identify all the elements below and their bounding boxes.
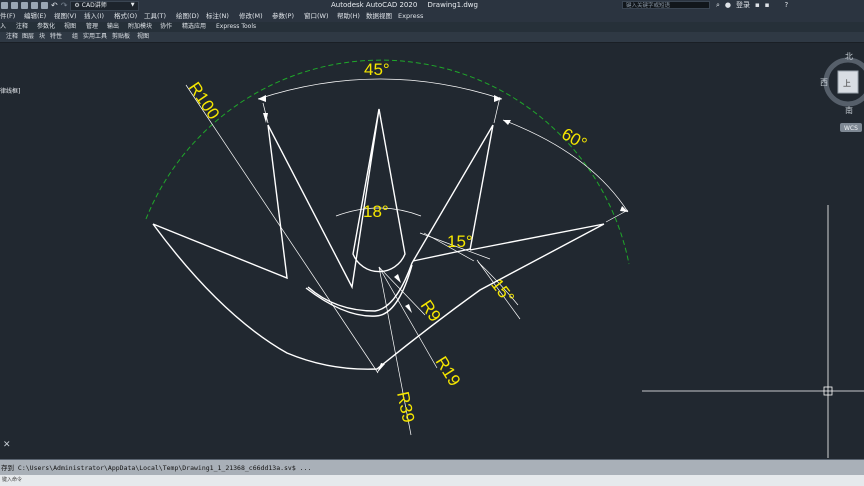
- menu-bar: 件(F) 编辑(E) 视图(V) 插入(I) 格式(O) 工具(T) 绘图(D) 标注(N) 修…: [0, 11, 864, 22]
- workspace-dropdown[interactable]: ⚙ CAD讲师 ▼: [70, 0, 139, 11]
- ribbon-tab[interactable]: 输出: [107, 22, 119, 32]
- window-title: Autodesk AutoCAD 2020 Drawing1.dwg: [331, 0, 486, 11]
- print-icon[interactable]: [41, 2, 48, 9]
- dim-radius-r9: R9: [417, 297, 445, 326]
- menu-item[interactable]: 绘图(D): [176, 11, 199, 22]
- panel-label[interactable]: 视图: [137, 32, 149, 42]
- app-name: Autodesk AutoCAD 2020: [331, 1, 418, 9]
- redo-icon[interactable]: ↷: [61, 0, 68, 11]
- panel-label[interactable]: 特性: [50, 32, 62, 42]
- menu-item[interactable]: 视图(V): [54, 11, 77, 22]
- menu-item[interactable]: 插入(I): [84, 11, 104, 22]
- ribbon-tab[interactable]: 附加模块: [128, 22, 152, 32]
- open-file-icon[interactable]: [11, 2, 18, 9]
- menu-item[interactable]: 修改(M): [239, 11, 263, 22]
- panel-label[interactable]: 注释: [6, 32, 18, 42]
- r100-leader: [185, 84, 379, 374]
- wcs-label: WCS: [844, 125, 858, 132]
- viewport-label[interactable]: 律线框]: [0, 86, 20, 95]
- title-right-icons: ⌕ ● 登录 ▪ ▪ ?: [716, 0, 788, 11]
- search-icon[interactable]: ⌕: [716, 0, 720, 11]
- ribbon-tabs: 入注释 参数化 视图 管理 输出 附加模块 协作 精选应用 Express Tools: [0, 22, 864, 32]
- menu-item[interactable]: 窗口(W): [304, 11, 329, 22]
- arrowhead: [620, 206, 628, 212]
- arrowhead: [263, 113, 268, 123]
- dim-angle-15-inner: 15°: [447, 232, 473, 251]
- ext-line-60-right: [605, 209, 629, 223]
- command-line-history: 存到 C:\Users\Administrator\AppData\Local\…: [0, 459, 864, 475]
- ribbon-tab[interactable]: 注释: [16, 22, 28, 32]
- dim-arc-45: [257, 78, 503, 100]
- file-name: Drawing1.dwg: [427, 1, 478, 9]
- ribbon-tab[interactable]: Express Tools: [216, 22, 256, 32]
- dim-radius-r39: R39: [393, 390, 418, 424]
- panel-label[interactable]: 组: [72, 32, 78, 42]
- save-as-icon[interactable]: [31, 2, 38, 9]
- menu-item[interactable]: 标注(N): [206, 11, 229, 22]
- menu-item[interactable]: 编辑(E): [24, 11, 46, 22]
- ribbon-tab[interactable]: 参数化: [37, 22, 55, 32]
- menu-item[interactable]: 数据视图: [366, 11, 392, 22]
- command-input[interactable]: 键入命令: [0, 475, 864, 486]
- panel-label[interactable]: 块: [39, 32, 45, 42]
- close-icon[interactable]: ✕: [3, 440, 11, 450]
- viewcube-south[interactable]: 南: [845, 105, 853, 115]
- gear-icon: ⚙: [74, 2, 80, 9]
- search-input[interactable]: 键入关键字或短语: [622, 1, 710, 9]
- drawing-svg: 45° 60° 18° 15° 15° R100 R9 R19 R39 上 北 …: [3, 52, 864, 458]
- new-file-icon[interactable]: [1, 2, 8, 9]
- undo-icon[interactable]: ↶: [51, 0, 58, 11]
- arrowhead: [394, 274, 401, 283]
- save-icon[interactable]: [21, 2, 28, 9]
- dim-angle-45: 45°: [364, 60, 390, 79]
- panel-label[interactable]: 图层: [22, 32, 34, 42]
- panel-bar: 注释 图层块特性组实用工具 剪贴板 视图: [0, 32, 864, 43]
- viewcube[interactable]: 上 北 西 南 WCS: [820, 52, 864, 132]
- user-icon[interactable]: ●: [725, 0, 731, 11]
- help-icon[interactable]: ?: [785, 0, 789, 11]
- dim-angle-18: 18°: [363, 202, 389, 221]
- dim-radius-r100: R100: [185, 79, 223, 123]
- cart-icon[interactable]: ▪: [755, 0, 760, 11]
- panel-label[interactable]: 剪贴板: [112, 32, 130, 42]
- drawing-canvas[interactable]: 45° 60° 18° 15° 15° R100 R9 R19 R39 上 北 …: [0, 43, 864, 458]
- profile-outline: [152, 108, 605, 370]
- menu-item[interactable]: 件(F): [0, 11, 15, 22]
- ribbon-tab[interactable]: 管理: [86, 22, 98, 32]
- ribbon-tab[interactable]: 精选应用: [182, 22, 206, 32]
- inner-arc-r19: [305, 264, 413, 317]
- ribbon-tab[interactable]: 协作: [160, 22, 172, 32]
- chevron-down-icon: ▼: [130, 2, 135, 8]
- exchange-icon[interactable]: ▪: [765, 0, 770, 11]
- ribbon-tab[interactable]: 视图: [64, 22, 76, 32]
- arrowhead: [405, 304, 412, 313]
- menu-item[interactable]: 帮助(H): [337, 11, 360, 22]
- quick-access-toolbar: ↶ ↷ ⚙ CAD讲师 ▼: [0, 0, 139, 11]
- viewcube-top-label: 上: [843, 79, 851, 88]
- arrowhead: [494, 95, 502, 102]
- dim-radius-r19: R19: [432, 353, 465, 390]
- arrowhead: [258, 95, 266, 102]
- viewcube-west[interactable]: 西: [820, 78, 828, 87]
- menu-item[interactable]: 参数(P): [272, 11, 294, 22]
- login-link[interactable]: 登录: [736, 0, 750, 11]
- menu-item[interactable]: 格式(O): [114, 11, 137, 22]
- workspace-label: CAD讲师: [81, 2, 107, 9]
- ribbon-tab[interactable]: 入: [0, 22, 6, 32]
- viewcube-north[interactable]: 北: [845, 52, 853, 61]
- panel-label[interactable]: 实用工具: [83, 32, 107, 42]
- menu-item[interactable]: 工具(T): [144, 11, 166, 22]
- title-bar: ↶ ↷ ⚙ CAD讲师 ▼ Autodesk AutoCAD 2020 Draw…: [0, 0, 864, 11]
- menu-item[interactable]: Express: [398, 11, 423, 22]
